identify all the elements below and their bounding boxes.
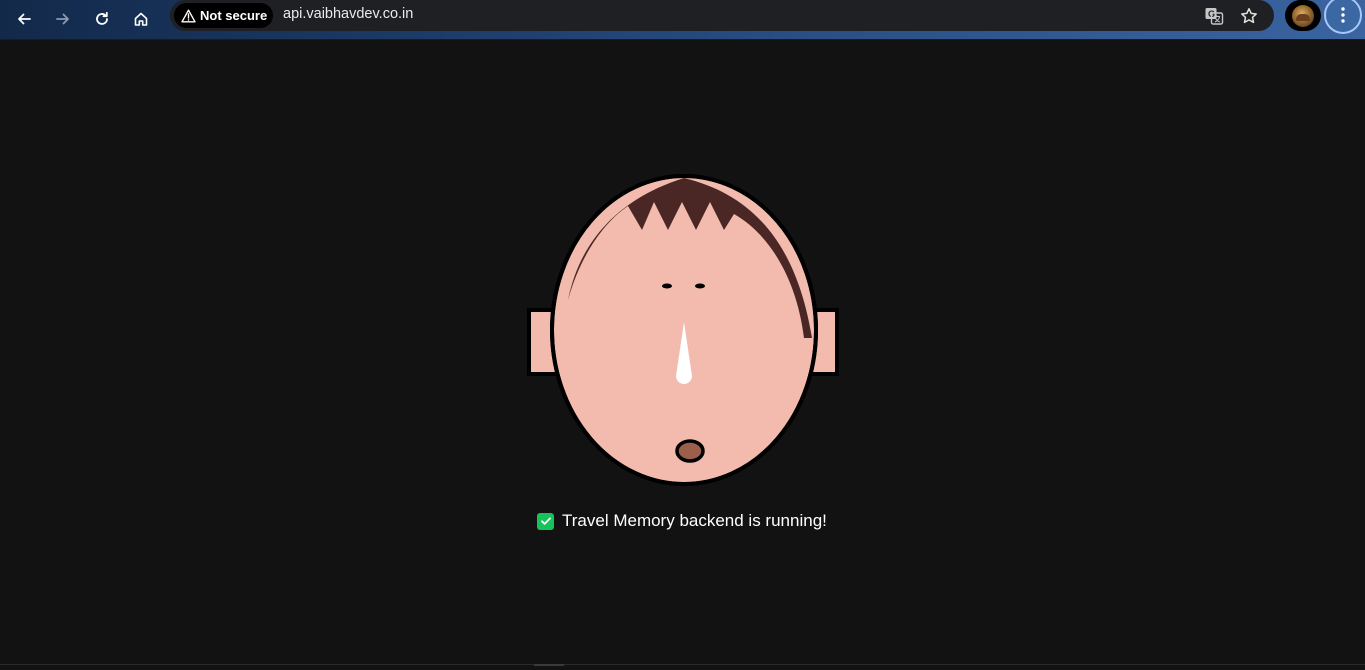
browser-menu-button[interactable] [1324, 0, 1362, 34]
back-button[interactable] [9, 4, 39, 34]
address-bar[interactable]: Not secure api.vaibhavdev.co.in G [170, 0, 1274, 31]
translate-icon: G [1205, 8, 1224, 25]
kebab-menu-icon [1341, 7, 1345, 23]
status-message: Travel Memory backend is running! [537, 511, 827, 531]
bottom-handle [534, 664, 564, 666]
face-illustration [520, 170, 850, 490]
avatar [1292, 4, 1314, 27]
home-button[interactable] [126, 4, 156, 34]
reload-button[interactable] [87, 4, 117, 34]
status-text: Travel Memory backend is running! [562, 511, 827, 530]
mouth [675, 439, 705, 463]
left-eye [662, 283, 672, 289]
browser-toolbar: Not secure api.vaibhavdev.co.in G [0, 0, 1365, 40]
arrow-left-icon [18, 13, 31, 25]
security-label: Not secure [200, 8, 268, 23]
check-box-icon [537, 512, 554, 530]
reload-icon [96, 11, 108, 25]
face-svg [527, 174, 839, 486]
home-icon [134, 12, 148, 26]
url-text[interactable]: api.vaibhavdev.co.in [283, 6, 413, 22]
warning-triangle-icon [181, 9, 196, 22]
security-chip[interactable]: Not secure [174, 3, 273, 28]
bookmark-button[interactable] [1236, 3, 1262, 29]
star-icon [1241, 8, 1257, 24]
profile-button[interactable] [1285, 0, 1321, 31]
right-eye [695, 283, 705, 289]
bottom-divider [0, 664, 1365, 665]
translate-button[interactable]: G [1201, 3, 1227, 29]
forward-button[interactable] [48, 4, 78, 34]
arrow-right-icon [56, 13, 69, 25]
